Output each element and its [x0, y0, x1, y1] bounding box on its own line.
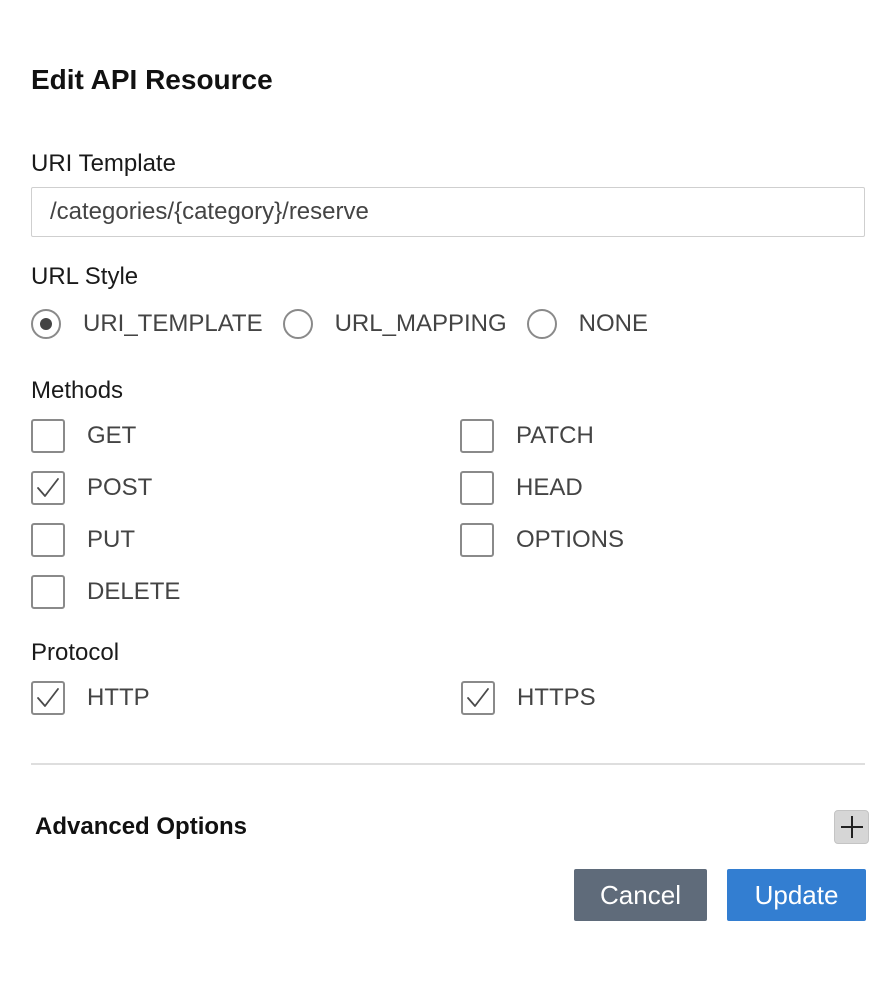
method-head-checkbox[interactable]: HEAD — [460, 471, 583, 505]
radio-button[interactable] — [526, 309, 557, 339]
methods-label: Methods — [31, 377, 124, 404]
radio-button[interactable] — [282, 309, 313, 339]
radio-button[interactable] — [31, 309, 61, 339]
url-style-label: URL Style — [31, 263, 139, 290]
checkbox[interactable] — [31, 523, 65, 557]
checkbox[interactable] — [31, 419, 65, 453]
method-options-checkbox[interactable]: OPTIONS — [460, 523, 624, 557]
checkbox[interactable] — [460, 419, 494, 453]
method-delete-checkbox[interactable]: DELETE — [31, 575, 180, 609]
checkbox[interactable] — [460, 471, 494, 505]
method-put-checkbox[interactable]: PUT — [31, 523, 135, 557]
checkbox-label: HTTPS — [517, 684, 596, 711]
checkbox[interactable] — [31, 471, 65, 505]
checkmark-icon — [37, 688, 59, 707]
method-patch-checkbox[interactable]: PATCH — [460, 419, 594, 453]
cancel-button[interactable]: Cancel — [574, 869, 707, 921]
radio-uri-template[interactable]: URI_TEMPLATE — [31, 309, 263, 339]
checkbox-label: HEAD — [516, 474, 583, 501]
checkmark-icon — [467, 688, 489, 707]
method-post-checkbox[interactable]: POST — [31, 471, 152, 505]
checkbox-label: GET — [87, 422, 137, 449]
uri-template-input[interactable] — [31, 187, 865, 237]
checkbox-label: DELETE — [87, 578, 181, 605]
checkbox[interactable] — [461, 681, 495, 715]
checkbox[interactable] — [460, 523, 494, 557]
protocol-label: Protocol — [31, 639, 120, 666]
section-divider — [31, 763, 865, 765]
radio-url-mapping[interactable]: URL_MAPPING — [282, 309, 507, 339]
radio-selected-dot — [40, 318, 52, 330]
radio-label: URL_MAPPING — [334, 310, 507, 337]
dialog-title: Edit API Resource — [31, 64, 273, 95]
checkbox[interactable] — [31, 681, 65, 715]
checkmark-icon — [37, 478, 59, 497]
method-get-checkbox[interactable]: GET — [31, 419, 136, 453]
edit-api-resource-dialog: Edit API Resource URI Template URL Style… — [0, 0, 894, 996]
checkbox-label: HTTP — [87, 684, 150, 711]
url-style-radio-group: URI_TEMPLATE URL_MAPPING NONE — [31, 308, 668, 340]
protocol-http-checkbox[interactable]: HTTP — [31, 681, 150, 715]
checkbox-label: OPTIONS — [516, 526, 625, 553]
uri-template-label: URI Template — [31, 150, 176, 177]
plus-icon — [840, 816, 863, 838]
advanced-options-title: Advanced Options — [35, 813, 248, 840]
checkbox-label: PATCH — [516, 422, 594, 449]
radio-none[interactable]: NONE — [526, 309, 648, 339]
radio-label: NONE — [578, 310, 648, 337]
advanced-options-expand-button[interactable] — [834, 810, 869, 844]
radio-label: URI_TEMPLATE — [83, 310, 263, 337]
checkbox-label: POST — [87, 474, 153, 501]
checkbox[interactable] — [31, 575, 65, 609]
update-button[interactable]: Update — [727, 869, 866, 921]
checkbox-label: PUT — [87, 526, 135, 553]
protocol-https-checkbox[interactable]: HTTPS — [461, 681, 596, 715]
